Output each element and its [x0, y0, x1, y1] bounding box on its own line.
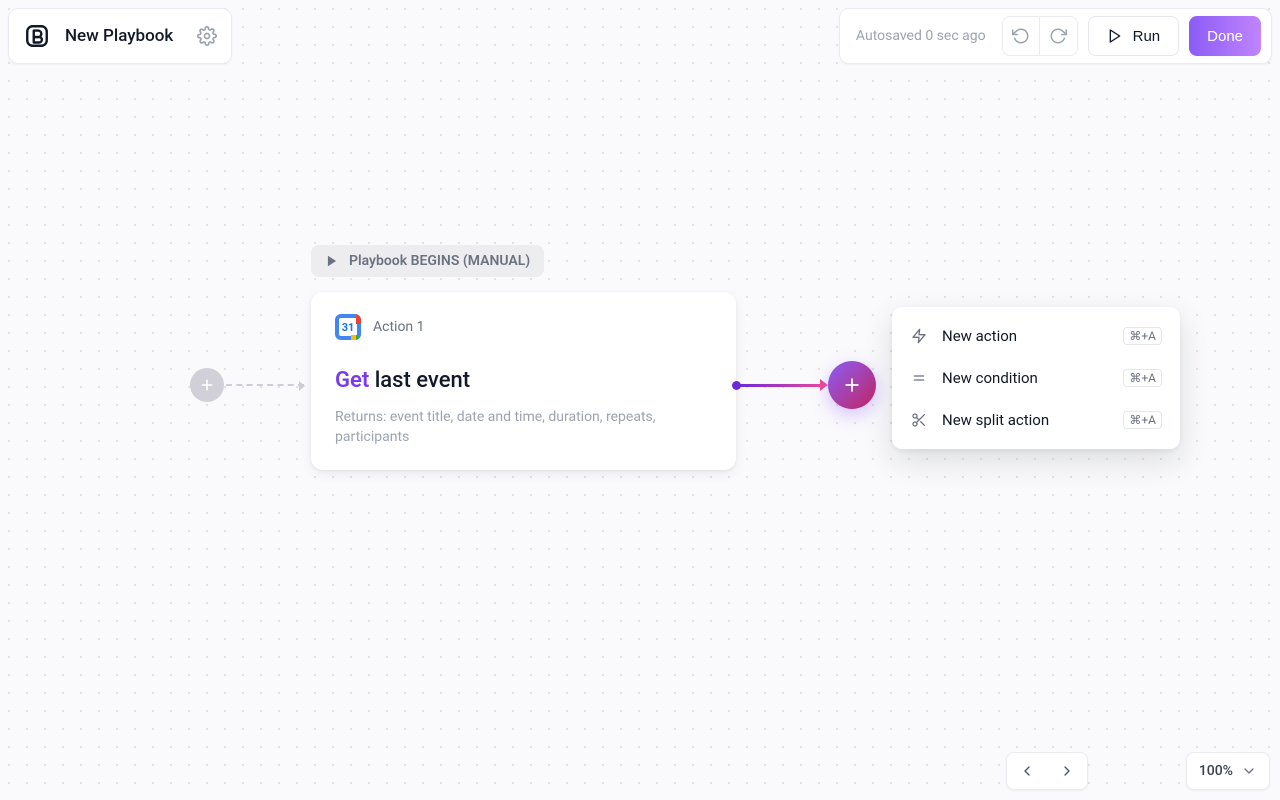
menu-item-new-condition[interactable]: New condition ⌘+A: [892, 357, 1180, 399]
bolt-icon: [910, 328, 928, 344]
action-title: Get last event: [335, 368, 712, 393]
action-number-label: Action 1: [373, 319, 425, 335]
menu-item-shortcut: ⌘+A: [1123, 411, 1162, 429]
menu-item-label: New condition: [942, 369, 1109, 387]
add-before-button[interactable]: [190, 368, 224, 402]
app-logo-icon: [23, 22, 51, 50]
canvas-nav: [1006, 752, 1088, 790]
menu-item-shortcut: ⌘+A: [1123, 327, 1162, 345]
google-calendar-icon: [335, 314, 361, 340]
trigger-pill[interactable]: Playbook BEGINS (MANUAL): [311, 245, 544, 277]
equals-icon: [910, 370, 928, 386]
plus-icon: [199, 377, 215, 393]
action-card[interactable]: Action 1 Get last event Returns: event t…: [311, 292, 736, 470]
done-button[interactable]: Done: [1189, 16, 1261, 56]
run-button[interactable]: Run: [1088, 16, 1180, 56]
chevron-right-icon: [1059, 763, 1075, 779]
history-button-group: [1002, 16, 1078, 56]
add-step-button[interactable]: [828, 361, 876, 409]
chevron-left-icon: [1019, 763, 1035, 779]
redo-icon: [1049, 27, 1067, 45]
scissors-icon: [910, 412, 928, 428]
done-label: Done: [1207, 28, 1243, 45]
play-icon: [325, 254, 339, 268]
toolbar: Autosaved 0 sec ago Run Done: [839, 8, 1272, 64]
zoom-level: 100%: [1199, 763, 1233, 779]
undo-icon: [1012, 27, 1030, 45]
title-card: New Playbook: [8, 8, 232, 64]
playbook-title[interactable]: New Playbook: [65, 26, 173, 46]
trigger-label: Playbook BEGINS (MANUAL): [349, 253, 530, 269]
menu-item-new-action[interactable]: New action ⌘+A: [892, 315, 1180, 357]
menu-item-label: New action: [942, 327, 1109, 345]
autosave-status: Autosaved 0 sec ago: [856, 28, 986, 44]
gear-icon: [197, 26, 217, 46]
nav-next-button[interactable]: [1047, 753, 1087, 789]
ghost-connector: [226, 384, 304, 386]
connector: [736, 384, 826, 387]
menu-item-label: New split action: [942, 411, 1109, 429]
redo-button[interactable]: [1040, 16, 1078, 56]
action-description: Returns: event title, date and time, dur…: [335, 407, 675, 448]
action-title-rest: last event: [369, 368, 470, 393]
chevron-down-icon: [1241, 763, 1257, 779]
settings-button[interactable]: [197, 26, 217, 46]
menu-item-shortcut: ⌘+A: [1123, 369, 1162, 387]
action-title-verb: Get: [335, 368, 369, 393]
menu-item-new-split-action[interactable]: New split action ⌘+A: [892, 399, 1180, 441]
undo-button[interactable]: [1002, 16, 1040, 56]
run-label: Run: [1133, 28, 1161, 45]
play-icon: [1107, 28, 1123, 44]
plus-icon: [842, 375, 862, 395]
zoom-control[interactable]: 100%: [1186, 752, 1270, 790]
nav-prev-button[interactable]: [1007, 753, 1047, 789]
add-step-menu: New action ⌘+A New condition ⌘+A New spl…: [892, 307, 1180, 449]
action-card-header: Action 1: [335, 314, 712, 340]
